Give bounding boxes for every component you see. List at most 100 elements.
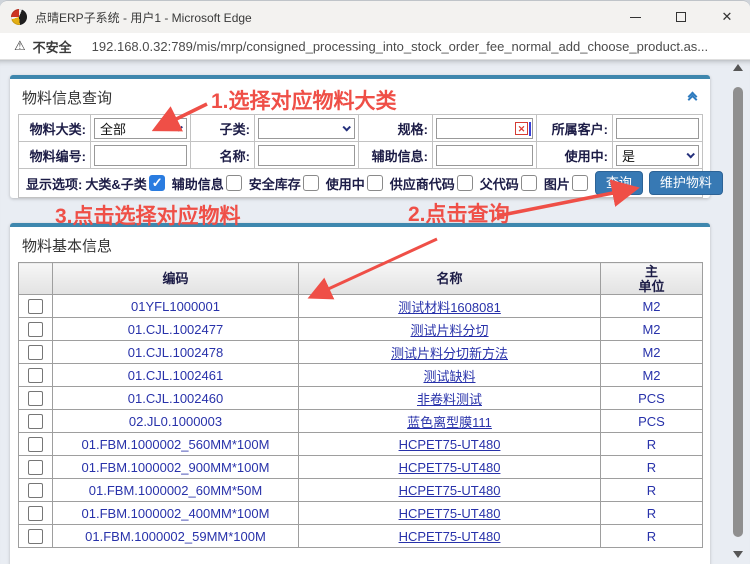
annotation-step1: 1.选择对应物料大类: [211, 85, 397, 115]
scroll-up-icon[interactable]: [733, 64, 743, 71]
material-code-link[interactable]: 01.CJL.1002460: [53, 387, 299, 410]
material-code-input[interactable]: [94, 145, 187, 166]
row-checkbox[interactable]: [28, 483, 43, 498]
material-name-link[interactable]: HCPET75-UT480: [299, 456, 601, 479]
url-text[interactable]: 192.168.0.32:789/mis/mrp/consigned_proce…: [92, 39, 708, 54]
maximize-button[interactable]: [658, 1, 704, 33]
material-unit: PCS: [601, 410, 703, 433]
material-name-link[interactable]: 测试缺料: [299, 364, 601, 387]
scroll-down-icon[interactable]: [733, 551, 743, 558]
window-title: 点晴ERP子系统 - 用户1 - Microsoft Edge: [35, 9, 252, 26]
row-checkbox[interactable]: [28, 299, 43, 314]
material-name-link[interactable]: HCPET75-UT480: [299, 525, 601, 548]
row-checkbox[interactable]: [28, 460, 43, 475]
material-code-link[interactable]: 01.FBM.1000002_60MM*50M: [53, 479, 299, 502]
result-panel-title: 物料基本信息: [22, 235, 112, 256]
table-row: 01.FBM.1000002_900MM*100M HCPET75-UT480 …: [19, 456, 703, 479]
material-name-link[interactable]: 测试片料分切新方法: [299, 341, 601, 364]
material-unit: M2: [601, 341, 703, 364]
chevron-down-icon: [342, 123, 350, 131]
material-name-link[interactable]: 非卷料测试: [299, 387, 601, 410]
customer-input[interactable]: [616, 118, 699, 139]
table-row: 01.CJL.1002460 非卷料测试 PCS: [19, 387, 703, 410]
window-controls: ✕: [612, 1, 750, 33]
display-option: 父代码: [480, 174, 537, 193]
spec-label: 规格:: [359, 115, 433, 142]
display-option: 图片: [544, 174, 588, 193]
broken-image-icon: [515, 122, 528, 135]
material-code-link[interactable]: 01.FBM.1000002_59MM*100M: [53, 525, 299, 548]
chevron-down-icon: [174, 123, 182, 131]
row-checkbox[interactable]: [28, 437, 43, 452]
display-option-label: 图片: [544, 174, 570, 193]
minimize-icon: [630, 17, 641, 18]
table-row: 01.CJL.1002461 测试缺料 M2: [19, 364, 703, 387]
row-checkbox[interactable]: [28, 529, 43, 544]
material-unit: R: [601, 525, 703, 548]
display-option-checkbox[interactable]: [457, 175, 473, 191]
in-use-select[interactable]: 是: [616, 145, 699, 166]
code-column-header: 编码: [53, 263, 299, 295]
aux-info-input[interactable]: [436, 145, 533, 166]
table-row: 01.FBM.1000002_60MM*50M HCPET75-UT480 R: [19, 479, 703, 502]
scrollbar-thumb[interactable]: [733, 87, 743, 537]
display-option-label: 安全库存: [249, 174, 301, 193]
material-name-link[interactable]: 测试片料分切: [299, 318, 601, 341]
material-code-link[interactable]: 01.CJL.1002478: [53, 341, 299, 364]
in-use-label: 使用中:: [537, 142, 613, 169]
display-option-checkbox[interactable]: [226, 175, 242, 191]
display-option-checkbox[interactable]: [303, 175, 319, 191]
material-code-link[interactable]: 01.CJL.1002477: [53, 318, 299, 341]
material-code-link[interactable]: 01.FBM.1000002_900MM*100M: [53, 456, 299, 479]
row-checkbox[interactable]: [28, 414, 43, 429]
material-table: 编码 名称 主 单位 01YFL1000001 测试材料1608081: [18, 262, 703, 548]
name-input[interactable]: [258, 145, 355, 166]
checkbox-column-header: [19, 263, 53, 295]
maintain-material-button[interactable]: 维护物料: [649, 171, 723, 195]
close-button[interactable]: ✕: [704, 1, 750, 33]
vertical-scrollbar[interactable]: [730, 60, 746, 564]
material-unit: R: [601, 502, 703, 525]
material-code-link[interactable]: 02.JL0.1000003: [53, 410, 299, 433]
query-panel-title: 物料信息查询: [22, 87, 112, 108]
display-option-checkbox[interactable]: [367, 175, 383, 191]
table-row: 01.FBM.1000002_560MM*100M HCPET75-UT480 …: [19, 433, 703, 456]
security-label: 不安全: [33, 37, 72, 56]
query-button[interactable]: 查询: [595, 171, 643, 195]
display-option-checkbox[interactable]: [521, 175, 537, 191]
row-checkbox[interactable]: [28, 345, 43, 360]
material-name-link[interactable]: 蓝色离型膜111: [299, 410, 601, 433]
row-checkbox[interactable]: [28, 368, 43, 383]
table-row: 01.CJL.1002477 测试片料分切 M2: [19, 318, 703, 341]
material-code-link[interactable]: 01.FBM.1000002_400MM*100M: [53, 502, 299, 525]
material-name-link[interactable]: HCPET75-UT480: [299, 479, 601, 502]
material-name-link[interactable]: HCPET75-UT480: [299, 502, 601, 525]
row-checkbox[interactable]: [28, 506, 43, 521]
collapse-panel-button[interactable]: [689, 93, 696, 103]
display-option-checkbox[interactable]: [149, 175, 165, 191]
display-option: 辅助信息: [172, 174, 242, 193]
table-row: 01.FBM.1000002_400MM*100M HCPET75-UT480 …: [19, 502, 703, 525]
subclass-select[interactable]: [258, 118, 355, 139]
customer-label: 所属客户:: [537, 115, 613, 142]
category-select[interactable]: 全部: [94, 118, 187, 139]
row-checkbox[interactable]: [28, 391, 43, 406]
material-code-link[interactable]: 01.FBM.1000002_560MM*100M: [53, 433, 299, 456]
name-column-header: 名称: [299, 263, 601, 295]
material-unit: R: [601, 479, 703, 502]
material-code-link[interactable]: 01YFL1000001: [53, 295, 299, 318]
material-name-link[interactable]: HCPET75-UT480: [299, 433, 601, 456]
material-code-link[interactable]: 01.CJL.1002461: [53, 364, 299, 387]
table-header-row: 编码 名称 主 单位: [19, 263, 703, 295]
row-checkbox[interactable]: [28, 322, 43, 337]
display-option-label: 辅助信息: [172, 174, 224, 193]
display-option: 使用中: [326, 174, 383, 193]
display-option-checkbox[interactable]: [572, 175, 588, 191]
material-unit: PCS: [601, 387, 703, 410]
app-favicon-icon: [11, 9, 27, 25]
annotation-step2: 2.点击查询: [408, 198, 510, 228]
material-name-link[interactable]: 测试材料1608081: [299, 295, 601, 318]
result-panel-header: 物料基本信息: [10, 227, 710, 262]
material-unit: M2: [601, 364, 703, 387]
minimize-button[interactable]: [612, 1, 658, 33]
